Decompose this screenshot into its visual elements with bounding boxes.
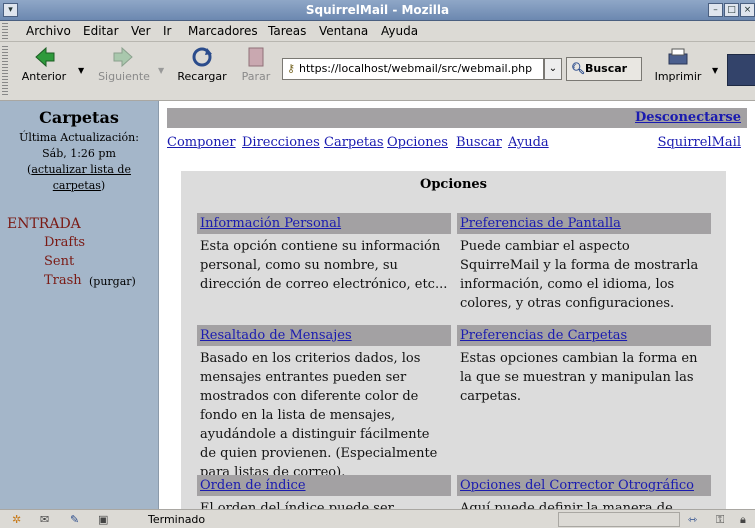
refresh-link-text: actualizar lista de [31, 163, 131, 176]
main-top-bar: Desconectarse [167, 108, 747, 128]
option-personal-info: Información Personal Esta opción contien… [197, 213, 451, 297]
stop-button[interactable]: Parar [236, 46, 276, 83]
refresh-folders-link-2[interactable]: carpetas) [0, 179, 158, 192]
menu-editar[interactable]: Editar [83, 24, 119, 38]
security-icon[interactable]: ⚿ [716, 513, 730, 526]
link-options[interactable]: Opciones [387, 135, 448, 150]
printer-icon [668, 48, 688, 65]
last-update-label: Última Actualización: [19, 131, 139, 144]
option-index-order: Orden de índice El orden del índice pued… [197, 475, 451, 509]
option-spellcheck-desc: Aquí puede definir la manera de [460, 501, 673, 509]
lock-icon[interactable]: 🔒︎ [740, 513, 754, 526]
option-message-highlighting-desc: Basado en los criterios dados, los mensa… [200, 351, 438, 480]
mail-icon[interactable]: ✉ [40, 513, 54, 526]
status-text: Terminado [148, 513, 206, 526]
forward-label: Siguiente [98, 70, 150, 83]
options-panel: Opciones Información Personal Esta opció… [181, 171, 726, 509]
close-icon[interactable]: × [740, 3, 755, 17]
back-label: Anterior [21, 70, 67, 83]
link-help[interactable]: Ayuda [508, 135, 549, 150]
progress-bar [558, 512, 680, 527]
menu-bar: Archivo Editar Ver Ir Marcadores Tareas … [0, 21, 755, 42]
back-arrow-icon [35, 46, 55, 68]
stop-icon [248, 47, 264, 67]
options-title: Opciones [420, 177, 487, 192]
forward-button[interactable]: Siguiente [94, 46, 154, 83]
window-titlebar: ▾ SquirrelMail - Mozilla – □ × [0, 0, 755, 21]
link-squirrelmail[interactable]: SquirrelMail [658, 135, 741, 150]
maximize-icon[interactable]: □ [724, 3, 739, 17]
toolbar-grip[interactable] [2, 46, 8, 96]
link-compose[interactable]: Componer [167, 135, 236, 150]
option-folder-prefs-desc: Estas opciones cambian la forma en la qu… [460, 351, 698, 404]
option-display-prefs-link[interactable]: Preferencias de Pantalla [457, 213, 711, 234]
logout-link[interactable]: Desconectarse [635, 110, 741, 125]
back-dropdown-icon[interactable]: ▼ [78, 66, 84, 75]
option-index-order-desc: El orden del índice puede ser cambiado a [200, 501, 394, 509]
toolbar-grip[interactable] [2, 23, 8, 39]
url-dropdown-icon[interactable]: ⌄ [544, 58, 562, 80]
last-update-time: Sáb, 1:26 pm [42, 147, 116, 160]
link-search[interactable]: Buscar [456, 135, 502, 150]
folder-sidebar: Carpetas Última Actualización: Sáb, 1:26… [0, 101, 159, 509]
folder-inbox[interactable]: ENTRADA [7, 216, 81, 232]
forward-dropdown-icon[interactable]: ▼ [158, 66, 164, 75]
stop-label: Parar [241, 70, 271, 83]
search-button[interactable]: 🔍︎Buscar [566, 57, 642, 81]
menu-ver[interactable]: Ver [131, 24, 151, 38]
refresh-folders-link[interactable]: (actualizar lista de [0, 163, 158, 176]
option-personal-info-desc: Esta opción contiene su información pers… [200, 239, 448, 292]
site-icon: ⚷ [286, 62, 296, 75]
menu-marcadores[interactable]: Marcadores [188, 24, 258, 38]
search-label: Buscar [584, 62, 628, 75]
reload-button[interactable]: Recargar [174, 46, 230, 83]
reload-icon [192, 47, 212, 67]
folder-sent[interactable]: Sent [44, 254, 74, 269]
search-icon: 🔍︎ [571, 62, 585, 75]
reload-label: Recargar [177, 70, 227, 83]
back-button[interactable]: Anterior [20, 46, 68, 83]
url-input[interactable]: ⚷ https://localhost/webmail/src/webmail.p… [282, 58, 544, 80]
print-label: Imprimir [654, 70, 702, 83]
option-index-order-link[interactable]: Orden de índice [197, 475, 451, 496]
menu-tareas[interactable]: Tareas [268, 24, 306, 38]
menu-ventana[interactable]: Ventana [319, 24, 368, 38]
menu-ir[interactable]: Ir [163, 24, 171, 38]
mozilla-logo[interactable] [727, 54, 755, 86]
refresh-link-text-2: carpetas [52, 179, 101, 192]
status-bar: ✲ ✉ ✎ ▣ Terminado ⇿ ⚿ 🔒︎ [0, 509, 755, 528]
link-addresses[interactable]: Direcciones [242, 135, 320, 150]
option-folder-prefs: Preferencias de Carpetas Estas opciones … [457, 325, 711, 409]
option-display-prefs-desc: Puede cambiar el aspecto SquirreMail y l… [460, 239, 699, 311]
url-text: https://localhost/webmail/src/webmail.ph… [299, 62, 533, 75]
folder-trash[interactable]: Trash [44, 273, 82, 288]
composer-icon[interactable]: ✎ [70, 513, 84, 526]
option-folder-prefs-link[interactable]: Preferencias de Carpetas [457, 325, 711, 346]
purge-trash-link[interactable]: (purgar) [89, 275, 136, 288]
menu-ayuda[interactable]: Ayuda [381, 24, 418, 38]
window-title: SquirrelMail - Mozilla [305, 3, 450, 17]
forward-arrow-icon [113, 46, 133, 68]
option-message-highlighting: Resaltado de Mensajes Basado en los crit… [197, 325, 451, 485]
option-personal-info-link[interactable]: Información Personal [197, 213, 451, 234]
sidebar-title: Carpetas [39, 108, 119, 127]
option-message-highlighting-link[interactable]: Resaltado de Mensajes [197, 325, 451, 346]
print-dropdown-icon[interactable]: ▼ [712, 66, 718, 75]
option-spellcheck-link[interactable]: Opciones del Corrector Otrográfico [457, 475, 711, 496]
online-status-icon[interactable]: ⇿ [688, 513, 702, 526]
address-book-icon[interactable]: ▣ [98, 513, 112, 526]
print-button[interactable]: Imprimir [650, 46, 706, 83]
navigator-icon[interactable]: ✲ [12, 513, 26, 526]
option-spellcheck: Opciones del Corrector Otrográfico Aquí … [457, 475, 711, 509]
page-content: Carpetas Última Actualización: Sáb, 1:26… [0, 101, 755, 509]
minimize-icon[interactable]: – [708, 3, 723, 17]
option-display-prefs: Preferencias de Pantalla Puede cambiar e… [457, 213, 711, 316]
menu-archivo[interactable]: Archivo [26, 24, 71, 38]
folder-drafts[interactable]: Drafts [44, 235, 85, 250]
navigation-toolbar: Anterior ▼ Siguiente ▼ Recargar Parar ⚷ h… [0, 42, 755, 101]
purge-label: purgar [93, 275, 132, 288]
link-folders[interactable]: Carpetas [324, 135, 384, 150]
